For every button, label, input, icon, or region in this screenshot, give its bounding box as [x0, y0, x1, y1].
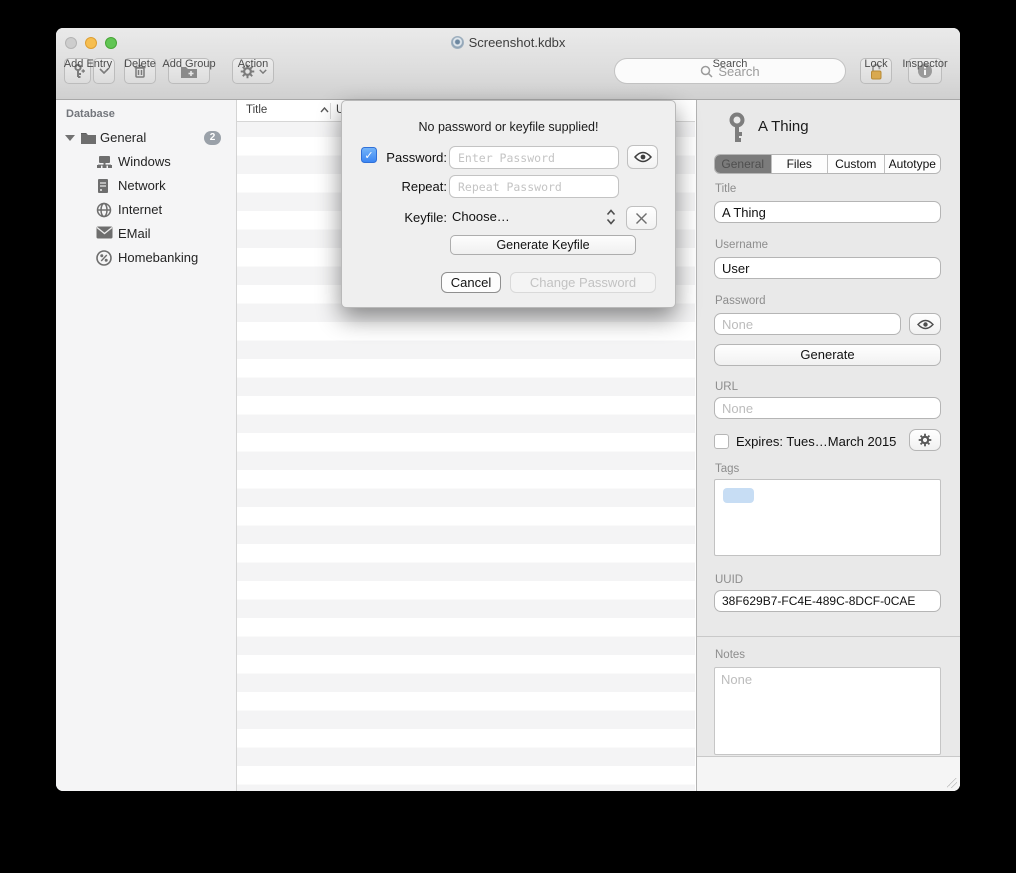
- globe-icon: [96, 202, 112, 218]
- cancel-button[interactable]: Cancel: [441, 272, 501, 293]
- repeat-input[interactable]: [449, 175, 619, 198]
- add-entry-label: Add Entry: [56, 58, 120, 70]
- window-title-text: Screenshot.kdbx: [469, 35, 566, 50]
- eye-icon: [917, 319, 934, 330]
- folder-icon: [80, 130, 97, 145]
- app-window: Screenshot.kdbx Add Entry: [56, 28, 960, 791]
- generate-keyfile-button[interactable]: Generate Keyfile: [450, 235, 636, 255]
- title-field-label: Title: [715, 183, 736, 195]
- sidebar-item-network[interactable]: Network: [56, 176, 236, 197]
- sidebar-item-homebanking[interactable]: Homebanking: [56, 248, 236, 269]
- group-sidebar: Database General 2 Windows Network: [56, 100, 237, 791]
- disclosure-triangle-icon[interactable]: [65, 135, 75, 141]
- expires-label: Expires: Tues…March 2015: [736, 434, 896, 449]
- tab-files[interactable]: Files: [772, 155, 829, 173]
- inspector-label: Inspector: [896, 58, 954, 70]
- close-x-icon: [635, 212, 648, 225]
- password-label: Password:: [380, 150, 447, 165]
- username-field[interactable]: [714, 257, 941, 279]
- clear-keyfile-button[interactable]: [626, 206, 657, 230]
- envelope-icon: [96, 226, 113, 239]
- keyfile-popup[interactable]: Choose…: [452, 207, 622, 229]
- tags-label: Tags: [715, 463, 739, 475]
- lock-label: Lock: [854, 58, 898, 70]
- delete-label: Delete: [116, 58, 164, 70]
- sidebar-item-internet[interactable]: Internet: [56, 200, 236, 221]
- tab-autotype[interactable]: Autotype: [885, 155, 941, 173]
- uuid-field[interactable]: [714, 590, 941, 612]
- tab-general[interactable]: General: [715, 155, 772, 173]
- password-field[interactable]: [714, 313, 901, 335]
- sidebar-item-email[interactable]: EMail: [56, 224, 236, 245]
- column-header-title[interactable]: Title: [246, 104, 267, 116]
- notes-label: Notes: [715, 649, 745, 661]
- section-divider: [697, 636, 960, 637]
- server-icon: [96, 178, 110, 194]
- add-group-label: Add Group: [160, 58, 218, 70]
- url-field[interactable]: [714, 397, 941, 419]
- entry-count-badge: 2: [204, 131, 221, 145]
- sidebar-item-label: General: [100, 130, 146, 145]
- repeat-label: Repeat:: [380, 179, 447, 194]
- eye-icon: [634, 151, 652, 163]
- uuid-label: UUID: [715, 574, 743, 586]
- tab-custom[interactable]: Custom: [828, 155, 885, 173]
- password-checkbox[interactable]: [361, 147, 377, 163]
- action-label: Action: [232, 58, 274, 70]
- password-input[interactable]: [449, 146, 619, 169]
- entry-title: A Thing: [758, 118, 809, 135]
- tags-field[interactable]: [714, 479, 941, 556]
- titlebar-toolbar: Screenshot.kdbx Add Entry: [56, 28, 960, 100]
- stepper-icon: [606, 208, 616, 226]
- resize-grip[interactable]: [947, 778, 957, 788]
- change-password-button[interactable]: Change Password: [510, 272, 656, 293]
- inspector-panel: A Thing General Files Custom Autotype Ti…: [696, 100, 960, 791]
- sort-ascending-icon: [320, 107, 329, 113]
- keyfile-value: Choose…: [452, 209, 510, 224]
- dialog-message: No password or keyfile supplied!: [342, 120, 675, 134]
- sidebar-item-windows[interactable]: Windows: [56, 152, 236, 173]
- column-divider[interactable]: [330, 103, 331, 119]
- search-label: Search: [614, 58, 846, 70]
- key-icon: [726, 112, 748, 144]
- title-field[interactable]: [714, 201, 941, 223]
- inspector-tabs: General Files Custom Autotype: [714, 154, 941, 174]
- tag-token[interactable]: [723, 488, 754, 503]
- notes-field[interactable]: [714, 667, 941, 755]
- sidebar-header: Database: [66, 108, 115, 120]
- percent-icon: [96, 250, 112, 266]
- inspector-footer: [697, 756, 960, 791]
- username-field-label: Username: [715, 239, 768, 251]
- windows-network-icon: [96, 154, 113, 170]
- gear-icon: [918, 433, 932, 447]
- reveal-password-button[interactable]: [909, 313, 941, 335]
- url-field-label: URL: [715, 381, 738, 393]
- password-field-label: Password: [715, 295, 766, 307]
- change-password-dialog: No password or keyfile supplied! Passwor…: [341, 100, 676, 308]
- window-title: Screenshot.kdbx: [56, 35, 960, 50]
- document-icon: [451, 36, 464, 49]
- expires-checkbox[interactable]: [714, 434, 729, 449]
- keyfile-label: Keyfile:: [380, 210, 447, 225]
- sidebar-item-general[interactable]: General 2: [56, 128, 236, 149]
- generate-password-button[interactable]: Generate: [714, 344, 941, 366]
- reveal-password-button[interactable]: [627, 145, 658, 169]
- expires-settings-button[interactable]: [909, 429, 941, 451]
